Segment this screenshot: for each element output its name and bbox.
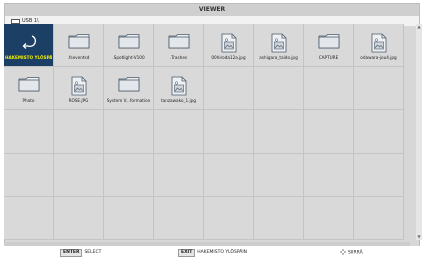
empty-slot [154,153,204,197]
empty-slot [304,67,354,111]
empty-slot [304,196,354,240]
file-item[interactable]: 00hiroda12a.jpg [204,24,254,68]
window-title: VIEWER [5,4,419,16]
folder-icon [318,33,340,53]
file-item[interactable]: ashigara_taido.jpg [254,24,304,68]
empty-slot [254,196,304,240]
folder-icon [118,33,140,53]
folder-icon [118,76,140,96]
file-item-label: .Spotlight-V100 [112,55,145,61]
file-item-label: System V...formation [106,98,151,104]
file-item-label: CAPTURE [318,55,339,61]
empty-slot [54,153,104,197]
empty-slot [154,110,204,154]
folder-up-icon [20,33,38,53]
enter-hint-label: SELECT [84,250,102,255]
exit-hint: EXIT HAKEMISTO YLÖSPÄIN [178,249,248,257]
empty-slot [4,153,54,197]
navigate-hint: SIIRRÄ [340,249,363,256]
folder-icon [18,76,40,96]
image-file-icon [71,76,87,100]
file-item-label: Photo [22,98,35,104]
empty-slot [4,110,54,154]
file-item[interactable]: ROSE.JPG [54,67,104,111]
empty-slot [354,67,404,111]
enter-key-cap: ENTER [60,249,83,257]
file-item[interactable]: HAKEMISTO YLÖSPÄIN [4,24,54,68]
empty-slot [104,110,154,154]
file-grid: HAKEMISTO YLÖSPÄIN .fseventsd .Spotlight-V… [4,24,404,240]
file-item-label: tanzawako_1.jpg [160,98,197,104]
empty-slot [254,153,304,197]
empty-slot [54,110,104,154]
file-item-label: ashigara_taido.jpg [259,55,298,61]
empty-slot [354,110,404,154]
exit-key-cap: EXIT [178,249,196,257]
file-item[interactable]: .Trashes [154,24,204,68]
file-item-label: HAKEMISTO YLÖSPÄIN [5,55,52,61]
empty-slot [104,153,154,197]
file-item-label: 00hiroda12a.jpg [211,55,246,61]
file-item[interactable]: .Spotlight-V100 [104,24,154,68]
empty-slot [354,153,404,197]
file-item-label: .fseventsd [67,55,90,61]
file-item-label: .Trashes [169,55,188,61]
file-item[interactable]: Photo [4,67,54,111]
key-guide: ENTER SELECT EXIT HAKEMISTO YLÖSPÄIN SIIRR… [0,246,424,258]
image-file-icon [171,76,187,100]
empty-slot [304,153,354,197]
enter-hint: ENTER SELECT [60,249,102,257]
empty-slot [4,196,54,240]
file-item[interactable]: CAPTURE [304,24,354,68]
file-item-label: odawara-jou4.jpg [360,55,397,61]
dpad-icon [340,249,346,255]
navigate-hint-label: SIIRRÄ [348,250,363,256]
image-file-icon [271,33,287,57]
folder-icon [168,33,190,53]
file-item[interactable]: System V...formation [104,67,154,111]
empty-slot [204,67,254,111]
empty-slot [254,67,304,111]
image-file-icon [221,33,237,57]
image-file-icon [371,33,387,57]
empty-slot [204,110,254,154]
empty-slot [154,196,204,240]
scroll-up-icon[interactable]: ▲ [416,24,422,30]
file-item[interactable]: odawara-jou4.jpg [354,24,404,68]
exit-hint-label: HAKEMISTO YLÖSPÄIN [197,250,248,255]
file-item[interactable]: tanzawako_1.jpg [154,67,204,111]
scroll-down-icon[interactable]: ▼ [416,234,422,240]
empty-slot [104,196,154,240]
empty-slot [204,196,254,240]
empty-slot [204,153,254,197]
folder-icon [68,33,90,53]
file-item[interactable]: .fseventsd [54,24,104,68]
usb-drive-icon [11,18,20,24]
scrollbar[interactable]: ▲ ▼ [416,24,422,240]
empty-slot [354,196,404,240]
empty-slot [254,110,304,154]
file-item-label: ROSE.JPG [68,98,89,104]
empty-slot [304,110,354,154]
empty-slot [54,196,104,240]
